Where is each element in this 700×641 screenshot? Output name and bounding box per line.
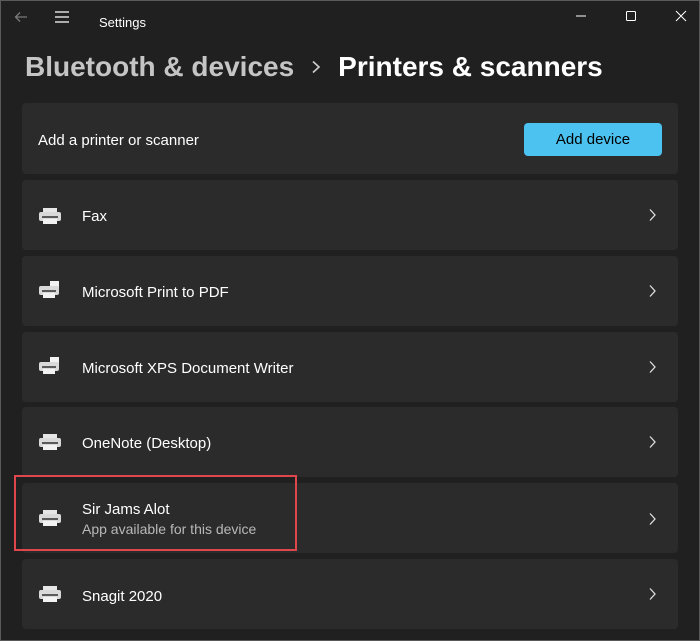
printer-icon xyxy=(39,586,61,602)
device-row-onenote-desktop[interactable]: OneNote (Desktop) xyxy=(22,407,678,477)
chevron-right-icon xyxy=(649,513,656,525)
window-title: Settings xyxy=(99,15,146,30)
device-name: Microsoft XPS Document Writer xyxy=(82,360,294,377)
printer-icon xyxy=(39,434,61,450)
printer-icon xyxy=(39,208,61,224)
device-name: OneNote (Desktop) xyxy=(82,435,212,452)
device-row-fax[interactable]: Fax xyxy=(22,180,678,250)
virtual-printer-icon xyxy=(39,357,59,374)
device-row-snagit-2020[interactable]: Snagit 2020 xyxy=(22,559,678,629)
device-row-microsoft-print-to-pdf[interactable]: Microsoft Print to PDF xyxy=(22,256,678,326)
printer-icon xyxy=(39,510,61,526)
breadcrumb-parent-link[interactable]: Bluetooth & devices xyxy=(25,51,294,83)
minimize-icon[interactable] xyxy=(572,7,590,25)
breadcrumb: Bluetooth & devices Printers & scanners xyxy=(25,47,603,87)
device-subtitle: App available for this device xyxy=(82,521,257,537)
add-device-button[interactable]: Add device xyxy=(524,123,662,156)
device-name: Fax xyxy=(82,208,108,225)
device-name: Snagit 2020 xyxy=(82,588,163,605)
hamburger-menu-icon[interactable] xyxy=(54,10,70,24)
chevron-right-icon xyxy=(649,285,656,297)
device-name: Microsoft Print to PDF xyxy=(82,284,229,301)
virtual-printer-icon xyxy=(39,281,59,298)
close-icon[interactable] xyxy=(672,7,690,25)
chevron-right-icon xyxy=(649,361,656,373)
add-printer-card: Add a printer or scanner Add device xyxy=(22,103,678,174)
device-row-sir-jams-alot[interactable]: Sir Jams Alot App available for this dev… xyxy=(22,483,678,553)
device-row-microsoft-xps-document-writer[interactable]: Microsoft XPS Document Writer xyxy=(22,332,678,402)
device-name: Sir Jams Alot xyxy=(82,501,170,518)
add-printer-label: Add a printer or scanner xyxy=(38,132,199,149)
page-title: Printers & scanners xyxy=(338,51,603,82)
title-bar: Settings xyxy=(1,1,699,31)
settings-window: Settings Bluetooth & devices Printers & … xyxy=(0,0,700,641)
chevron-right-icon xyxy=(649,209,656,221)
chevron-right-icon xyxy=(312,60,321,74)
back-arrow-icon[interactable] xyxy=(13,9,29,25)
chevron-right-icon xyxy=(649,436,656,448)
maximize-icon[interactable] xyxy=(622,7,640,25)
chevron-right-icon xyxy=(649,588,656,600)
